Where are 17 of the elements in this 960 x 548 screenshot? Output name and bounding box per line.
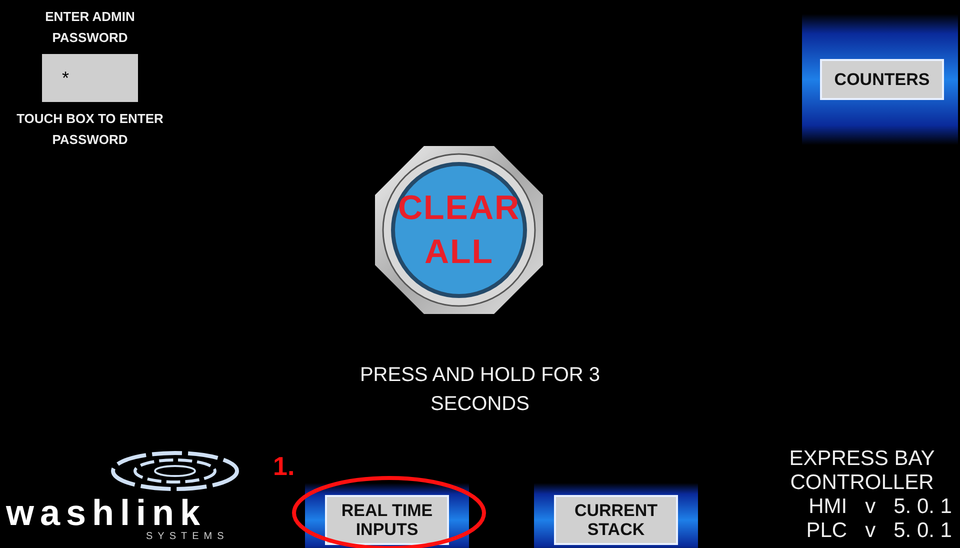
counters-button[interactable]: COUNTERS	[802, 14, 958, 145]
nav-button[interactable]: CURRENT STACK	[534, 483, 698, 548]
version-prefix: v	[865, 519, 876, 543]
version-number: 5. 0. 1	[894, 495, 952, 519]
logo-subtitle: SYSTEMS	[146, 531, 230, 543]
nav-button[interactable]: REAL TIME INPUTS	[305, 483, 469, 548]
annotation-number: 1.	[273, 453, 295, 479]
password-field[interactable]: *	[42, 54, 138, 102]
password-label: ENTER ADMIN PASSWORD	[44, 8, 136, 47]
swirl-icon	[110, 449, 240, 493]
version-label: PLC	[806, 519, 848, 543]
version-label: HMI	[808, 495, 848, 519]
password-hint: TOUCH BOX TO ENTER PASSWORD	[16, 110, 164, 149]
version-number: 5. 0. 1	[894, 519, 952, 543]
version-prefix: v	[865, 495, 876, 519]
logo-text: washlink	[6, 495, 206, 531]
instruction-text: PRESS AND HOLD FOR 3 SECONDS	[358, 363, 602, 417]
